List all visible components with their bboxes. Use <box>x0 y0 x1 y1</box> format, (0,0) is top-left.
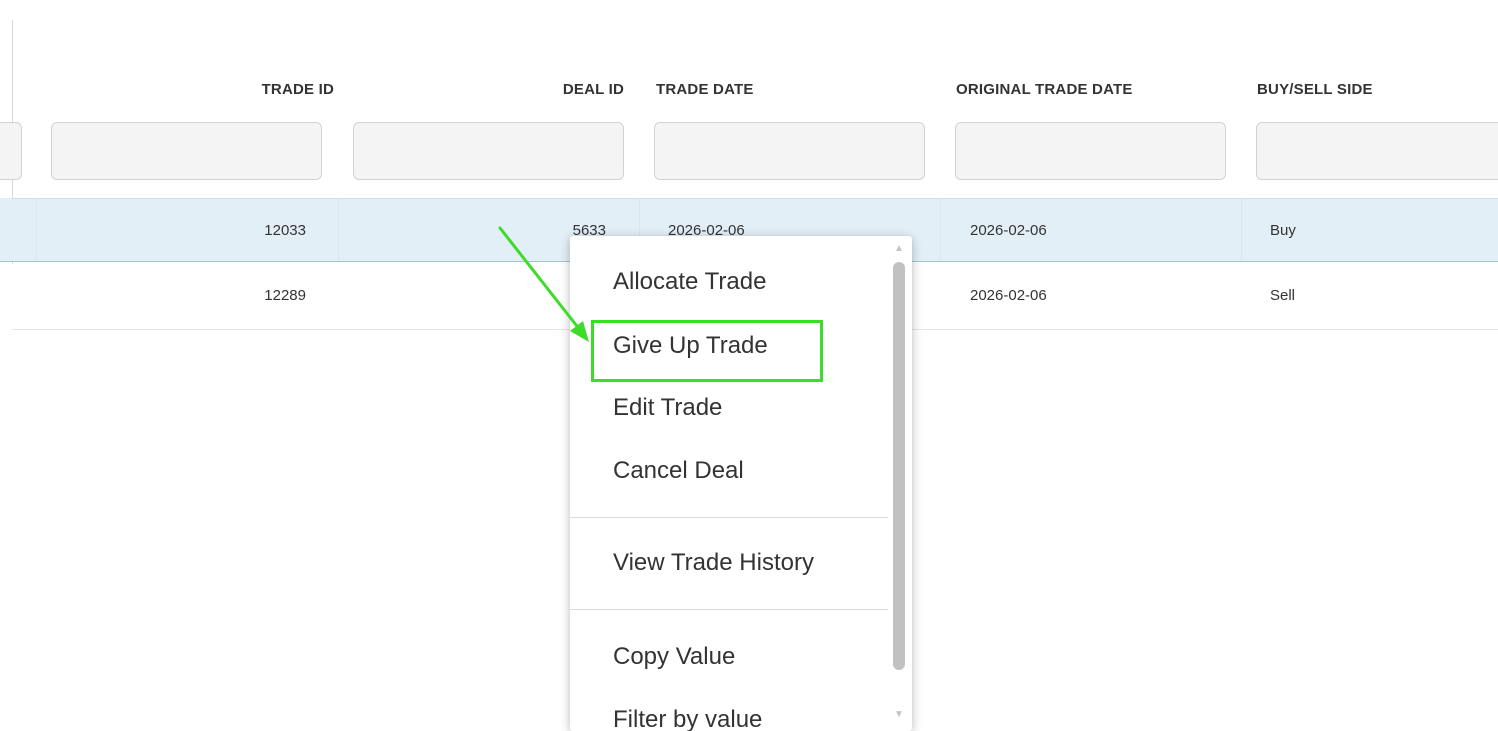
column-header-original-trade-date[interactable]: ORIGINAL TRADE DATE <box>956 78 1236 102</box>
filter-input-previous-column[interactable] <box>0 122 22 180</box>
menu-item-filter-by-value[interactable]: Filter by value <box>570 691 888 731</box>
menu-scrollbar-thumb[interactable] <box>893 262 905 670</box>
cell-separator <box>1241 199 1242 261</box>
menu-divider <box>570 609 888 610</box>
cell-trade-id[interactable]: 12033 <box>112 221 306 241</box>
cell-separator <box>36 199 37 261</box>
filter-input-buy-sell-side[interactable] <box>1256 122 1498 180</box>
context-menu: Allocate Trade Give Up Trade Edit Trade … <box>570 236 912 731</box>
cell-original-trade-date[interactable]: 2026-02-06 <box>970 221 1210 241</box>
column-header-buy-sell-side[interactable]: BUY/SELL SIDE <box>1257 78 1487 102</box>
scroll-down-arrow-icon[interactable]: ▼ <box>892 708 906 722</box>
cell-buy-sell-side[interactable]: Buy <box>1270 221 1470 241</box>
cell-buy-sell-side[interactable]: Sell <box>1270 286 1470 306</box>
menu-item-give-up-trade[interactable]: Give Up Trade <box>570 317 888 375</box>
menu-item-allocate-trade[interactable]: Allocate Trade <box>570 253 888 311</box>
filter-input-trade-date[interactable] <box>654 122 925 180</box>
filter-input-trade-id[interactable] <box>51 122 322 180</box>
cell-original-trade-date[interactable]: 2026-02-06 <box>970 286 1210 306</box>
cell-separator <box>338 199 339 261</box>
cell-separator <box>940 199 941 261</box>
scroll-up-arrow-icon[interactable]: ▲ <box>892 242 906 256</box>
menu-item-cancel-deal[interactable]: Cancel Deal <box>570 442 888 500</box>
filter-input-deal-id[interactable] <box>353 122 624 180</box>
selected-row-left-edge <box>0 198 12 262</box>
column-header-deal-id[interactable]: DEAL ID <box>430 78 624 102</box>
menu-item-view-trade-history[interactable]: View Trade History <box>570 534 888 592</box>
filter-input-original-trade-date[interactable] <box>955 122 1226 180</box>
menu-item-edit-trade[interactable]: Edit Trade <box>570 379 888 437</box>
column-header-trade-id[interactable]: TRADE ID <box>140 78 334 102</box>
menu-item-copy-value[interactable]: Copy Value <box>570 628 888 686</box>
cell-trade-id[interactable]: 12289 <box>112 286 306 306</box>
column-header-trade-date[interactable]: TRADE DATE <box>656 78 916 102</box>
menu-divider <box>570 517 888 518</box>
